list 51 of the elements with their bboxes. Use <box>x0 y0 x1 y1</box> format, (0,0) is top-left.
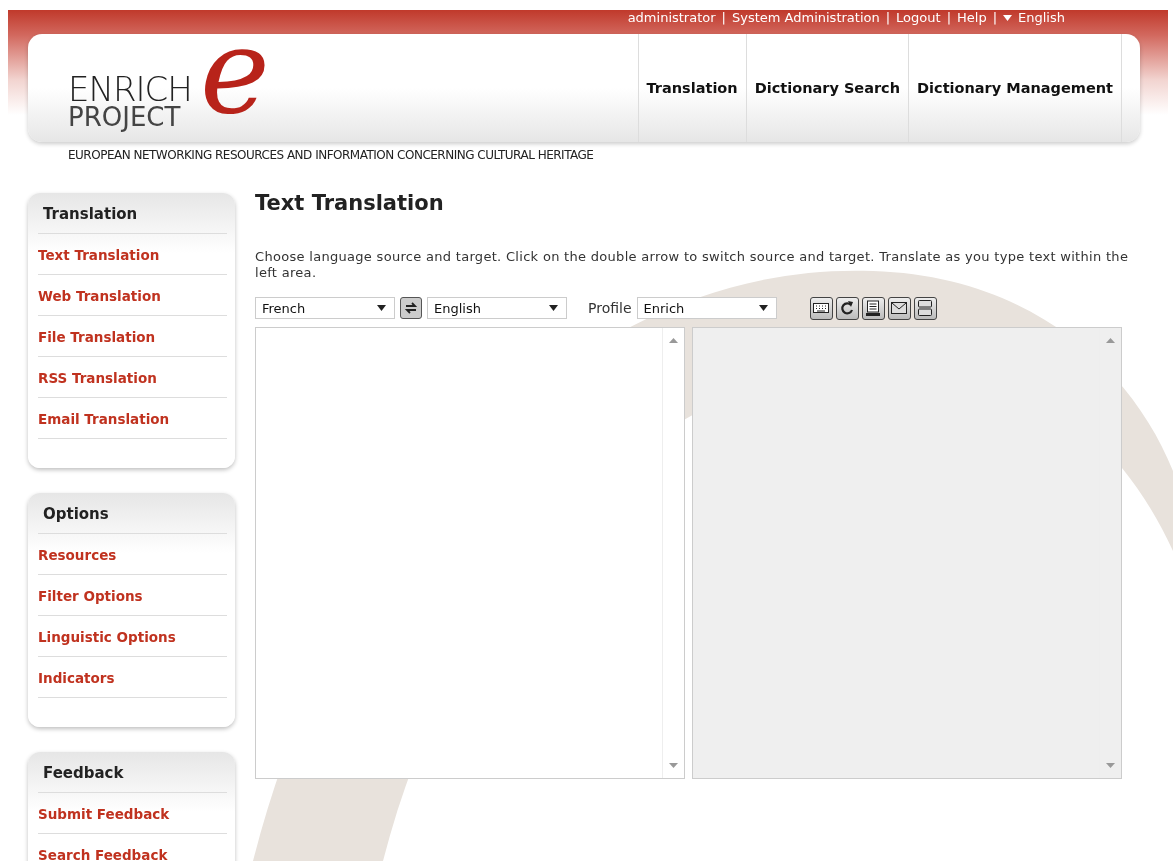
source-language-select[interactable]: French <box>255 297 395 319</box>
sidebar-link[interactable]: Text Translation <box>38 234 227 275</box>
swap-button[interactable] <box>400 297 422 319</box>
page-title: Text Translation <box>255 191 445 217</box>
top-link[interactable]: administrator <box>627 10 716 26</box>
logo-mark: e <box>200 12 270 130</box>
top-link[interactable]: System Administration <box>731 10 880 26</box>
sidebar-link[interactable]: Web Translation <box>38 275 227 316</box>
scroll-up-icon <box>669 338 678 343</box>
swap-arrows-icon <box>404 301 418 315</box>
sidebar-link[interactable]: File Translation <box>38 316 227 357</box>
caret-icon <box>549 305 558 311</box>
nav-tab[interactable]: Dictionary Search <box>745 34 909 142</box>
sidebar-link[interactable]: Email Translation <box>38 398 227 439</box>
target-language-select[interactable]: English <box>427 297 567 319</box>
top-link[interactable]: Help <box>957 10 987 26</box>
link-separator: | <box>992 10 998 26</box>
panel-title: Translation <box>38 193 227 234</box>
keyboard-icon <box>813 302 830 314</box>
sidebar-link[interactable]: Search Feedback <box>38 834 227 861</box>
logo-text: PROJECT <box>68 104 181 130</box>
profile-label: Profile <box>588 300 632 316</box>
instructions-text: Choose language source and target. Click on the double arrow to switch source and target. Translate as you type text within the left area. <box>255 249 1130 282</box>
panel-title: Feedback <box>38 752 227 793</box>
sidebar-link[interactable]: Indicators <box>38 657 227 698</box>
panel-title: Options <box>38 493 227 534</box>
link-separator: | <box>885 10 891 26</box>
envelope-icon <box>891 302 908 314</box>
profile-select[interactable]: Enrich <box>636 297 777 319</box>
link-separator: | <box>721 10 726 26</box>
logo-text: ENRICH <box>68 72 192 106</box>
scroll-down-icon <box>1106 763 1115 768</box>
nav-tab[interactable]: Dictionary Management <box>908 34 1122 142</box>
nav-tab[interactable]: Translation <box>637 34 746 142</box>
tagline: EUROPEAN NETWORKING RESOURCES AND INFORMATION CONCERNING CULTURAL HERITAGE <box>68 148 595 164</box>
split-panes-icon <box>918 300 933 316</box>
sidebar-link[interactable]: Resources <box>38 534 227 575</box>
top-link[interactable]: Logout <box>896 10 941 26</box>
scroll-up-icon <box>1106 338 1115 343</box>
link-separator: | <box>946 10 951 26</box>
caret-icon <box>1003 15 1013 21</box>
language-dropdown[interactable]: English <box>1003 10 1065 26</box>
sidebar-link[interactable]: Linguistic Options <box>38 616 227 657</box>
scroll-down-icon <box>669 763 678 768</box>
sidebar-link[interactable]: Submit Feedback <box>38 793 227 834</box>
sidebar-link[interactable]: RSS Translation <box>38 357 227 398</box>
sidebar-link[interactable]: Filter Options <box>38 575 227 616</box>
document-icon <box>866 300 881 316</box>
caret-icon <box>377 305 386 311</box>
refresh-icon <box>840 300 855 316</box>
caret-icon <box>758 305 768 311</box>
